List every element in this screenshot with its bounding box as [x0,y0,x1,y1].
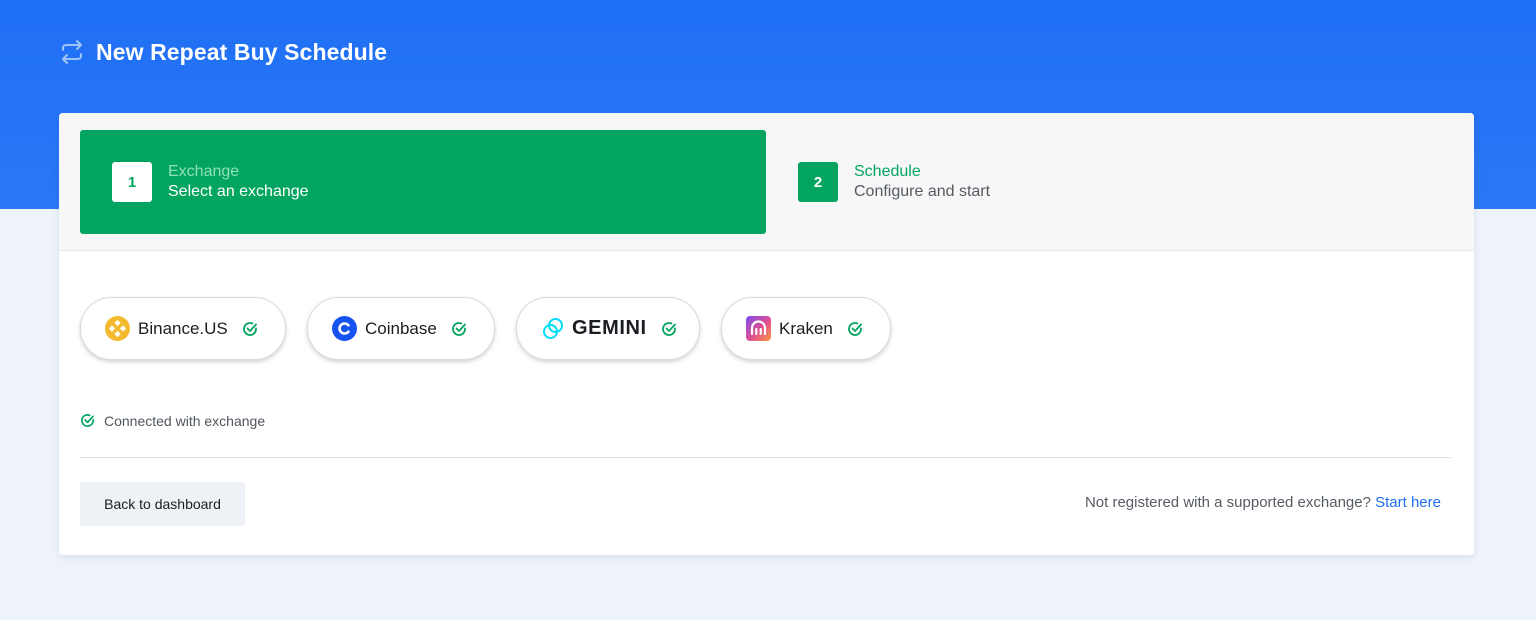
divider [80,457,1451,458]
step-title: Exchange [168,163,240,180]
exchange-kraken-button[interactable]: Kraken [721,297,891,360]
binance-logo-icon [105,316,130,341]
step-exchange[interactable]: 1 Exchange Select an exchange [80,130,766,234]
start-here-link[interactable]: Start here [1375,494,1441,511]
coinbase-logo-icon [332,316,357,341]
exchange-list: Binance.US Coinbase GEMINI Kraken [80,297,891,360]
step-title: Schedule [854,163,921,180]
gemini-logo-icon [541,316,566,341]
step-number: 2 [798,162,838,202]
check-circle-icon [80,413,96,429]
schedule-card: 1 Exchange Select an exchange 2 Schedule… [59,113,1474,555]
exchange-name: Kraken [779,318,833,338]
step-subtitle: Select an exchange [168,183,309,200]
exchange-name: Coinbase [365,318,437,338]
step-schedule[interactable]: 2 Schedule Configure and start [766,130,1166,234]
check-circle-icon [242,321,258,337]
connected-legend: Connected with exchange [80,412,265,430]
back-to-dashboard-button[interactable]: Back to dashboard [80,482,245,526]
exchange-binance-button[interactable]: Binance.US [80,297,286,360]
stepper: 1 Exchange Select an exchange 2 Schedule… [59,113,1474,251]
repeat-icon [58,38,86,66]
exchange-name: GEMINI [572,317,647,339]
page-title: New Repeat Buy Schedule [96,38,388,65]
kraken-logo-icon [746,316,771,341]
check-circle-icon [661,321,677,337]
page-header: New Repeat Buy Schedule [58,36,387,68]
step-number: 1 [112,162,152,202]
not-registered-text: Not registered with a supported exchange… [1084,494,1371,511]
registration-note: Not registered with a supported exchange… [1085,494,1441,514]
check-circle-icon [451,321,467,337]
exchange-name: Binance.US [138,318,228,338]
step-subtitle: Configure and start [854,183,991,200]
check-circle-icon [847,321,863,337]
connected-label: Connected with exchange [104,413,266,429]
exchange-coinbase-button[interactable]: Coinbase [307,297,495,360]
exchange-gemini-button[interactable]: GEMINI [516,297,700,360]
